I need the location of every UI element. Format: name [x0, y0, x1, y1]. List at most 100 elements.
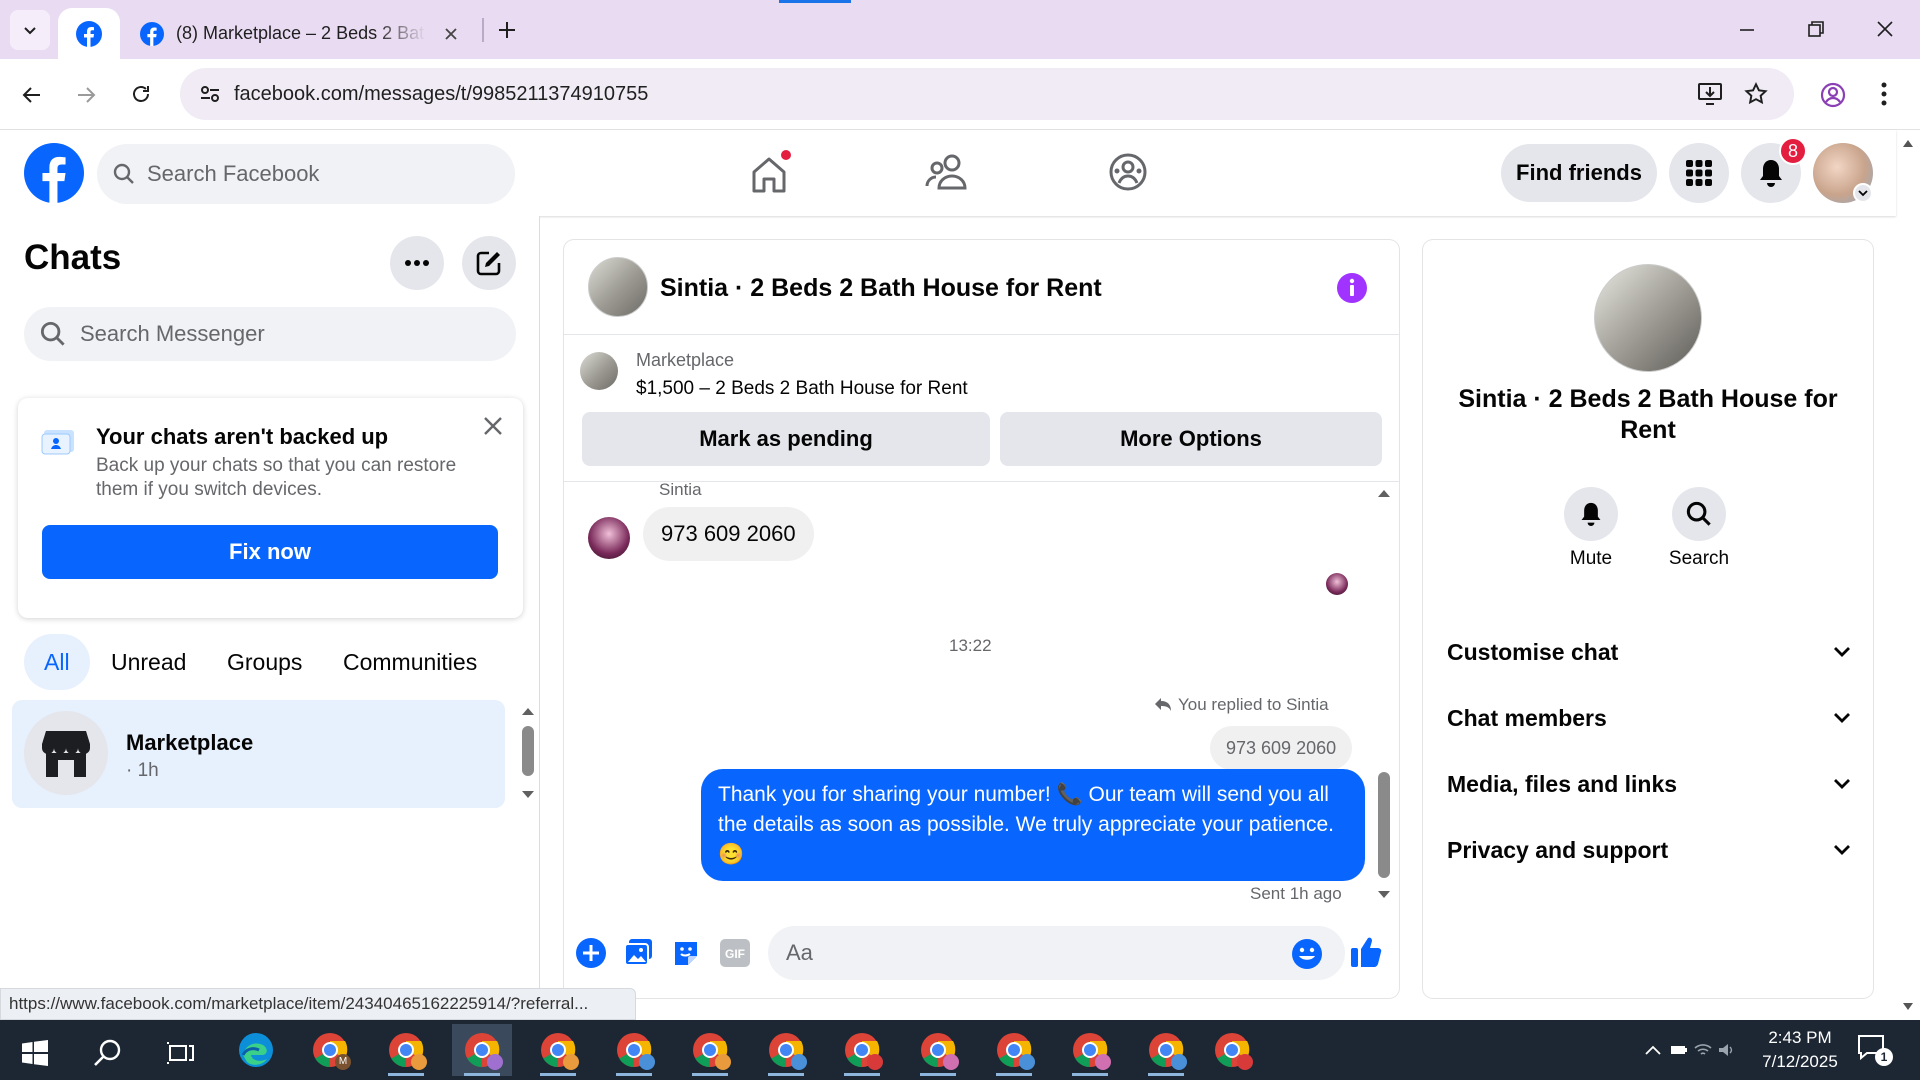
facebook-icon: [76, 20, 102, 47]
gif-icon[interactable]: GIF: [720, 939, 750, 967]
filter-communities[interactable]: Communities: [323, 634, 497, 690]
incoming-message[interactable]: 973 609 2060: [643, 507, 814, 561]
account-avatar[interactable]: [1813, 143, 1873, 203]
bookmark-star-icon[interactable]: [1743, 81, 1769, 107]
sender-avatar[interactable]: [588, 517, 630, 559]
find-friends-button[interactable]: Find friends: [1501, 144, 1657, 202]
running-indicator: [616, 1073, 652, 1076]
close-icon[interactable]: [444, 27, 458, 41]
facebook-search-input[interactable]: Search Facebook: [97, 144, 515, 204]
close-icon[interactable]: [483, 416, 503, 436]
battery-icon[interactable]: [1670, 1044, 1688, 1056]
window-close-icon[interactable]: [1876, 20, 1894, 38]
info-icon[interactable]: [1336, 272, 1368, 304]
chevron-down-icon: [1834, 647, 1850, 657]
taskbar-edge[interactable]: [226, 1024, 286, 1076]
taskbar-chrome-5[interactable]: [680, 1024, 740, 1076]
taskbar-chrome-2[interactable]: [376, 1024, 436, 1076]
notifications-button[interactable]: 8: [1741, 137, 1807, 203]
restore-icon[interactable]: [1807, 20, 1825, 38]
messenger-search-input[interactable]: Search Messenger: [24, 307, 516, 361]
sticker-icon[interactable]: [672, 938, 700, 968]
taskbar-chrome-7[interactable]: [832, 1024, 892, 1076]
outgoing-message[interactable]: Thank you for sharing your number! 📞 Our…: [701, 769, 1365, 881]
more-options-button[interactable]: More Options: [1000, 412, 1382, 466]
chat-list-item-marketplace[interactable]: Marketplace · 1h: [12, 700, 505, 808]
info-avatar[interactable]: [1594, 264, 1702, 372]
page-scroll-up-icon[interactable]: [1902, 138, 1914, 148]
filter-groups[interactable]: Groups: [207, 634, 322, 690]
page-scroll-down-icon[interactable]: [1902, 1002, 1914, 1012]
like-thumbs-up-icon[interactable]: [1349, 935, 1383, 969]
taskbar-chrome-9[interactable]: [984, 1024, 1044, 1076]
tab-facebook[interactable]: [58, 8, 120, 59]
profile-icon[interactable]: [1820, 82, 1846, 108]
search-icon[interactable]: [93, 1038, 123, 1068]
tray-overflow-icon[interactable]: [1644, 1044, 1662, 1056]
list-scrollbar-thumb[interactable]: [522, 726, 534, 776]
nav-friends[interactable]: [925, 152, 973, 192]
section-chat-members[interactable]: Chat members: [1447, 698, 1851, 738]
taskbar-chrome-active[interactable]: [452, 1024, 512, 1076]
profile-badge: [1019, 1054, 1035, 1070]
more-actions-icon[interactable]: [575, 937, 607, 969]
forward-icon[interactable]: [74, 83, 98, 107]
address-bar[interactable]: facebook.com/messages/t/9985211374910755: [180, 68, 1794, 120]
emoji-icon[interactable]: [1291, 938, 1323, 970]
new-tab-icon[interactable]: [496, 19, 518, 41]
nav-home[interactable]: [736, 148, 802, 198]
section-privacy-support[interactable]: Privacy and support: [1447, 830, 1851, 870]
new-message-button[interactable]: [462, 236, 516, 290]
list-scroll-down-icon[interactable]: [521, 790, 535, 800]
action-center-button[interactable]: 1: [1857, 1034, 1897, 1068]
taskbar-chrome-8[interactable]: [908, 1024, 968, 1076]
back-icon[interactable]: [20, 83, 44, 107]
volume-icon[interactable]: [1718, 1042, 1736, 1058]
site-settings-icon[interactable]: [198, 82, 222, 106]
filter-unread[interactable]: Unread: [91, 634, 206, 690]
system-clock[interactable]: 2:43 PM 7/12/2025: [1740, 1026, 1860, 1074]
install-app-icon[interactable]: [1697, 82, 1723, 106]
section-media-files-links[interactable]: Media, files and links: [1447, 764, 1851, 804]
messages-scroll-up-icon[interactable]: [1377, 488, 1391, 498]
minimize-icon[interactable]: [1738, 21, 1756, 39]
reply-note: You replied to Sintia: [1154, 695, 1329, 715]
mute-button[interactable]: [1564, 487, 1618, 541]
search-in-conversation-button[interactable]: [1672, 487, 1726, 541]
messages-scrollbar-thumb[interactable]: [1378, 772, 1390, 878]
section-customise-chat[interactable]: Customise chat: [1447, 632, 1851, 672]
taskbar-chrome-10[interactable]: [1060, 1024, 1120, 1076]
attach-photo-icon[interactable]: [624, 937, 654, 967]
conversation-avatar[interactable]: [588, 257, 648, 317]
messages-scroll-down-icon[interactable]: [1377, 890, 1391, 900]
taskbar-chrome-4[interactable]: [604, 1024, 664, 1076]
clock-time: 2:43 PM: [1768, 1028, 1832, 1047]
tab-search-button[interactable]: [10, 10, 50, 50]
list-scroll-up-icon[interactable]: [521, 706, 535, 716]
fix-now-button[interactable]: Fix now: [42, 525, 498, 579]
taskbar-chrome-6[interactable]: [756, 1024, 816, 1076]
profile-badge: [487, 1054, 503, 1070]
quoted-message[interactable]: 973 609 2060: [1210, 726, 1353, 770]
nav-groups[interactable]: [1108, 152, 1148, 192]
mark-as-pending-button[interactable]: Mark as pending: [582, 412, 990, 466]
tab-marketplace[interactable]: (8) Marketplace – 2 Beds 2 Bath House fo…: [128, 8, 478, 59]
listing-title[interactable]: $1,500 – 2 Beds 2 Bath House for Rent: [636, 378, 968, 400]
chat-options-button[interactable]: [390, 236, 444, 290]
wifi-icon[interactable]: [1694, 1042, 1712, 1058]
message-input[interactable]: Aa: [768, 926, 1345, 980]
filter-all[interactable]: All: [24, 634, 90, 690]
facebook-logo-icon[interactable]: [24, 143, 84, 203]
menu-button[interactable]: [1669, 143, 1729, 203]
conversation-title[interactable]: Sintia · 2 Beds 2 Bath House for Rent: [660, 274, 1102, 303]
taskbar-chrome-11[interactable]: [1136, 1024, 1196, 1076]
taskbar-chrome-12[interactable]: [1202, 1024, 1262, 1076]
task-view-icon[interactable]: [166, 1039, 194, 1067]
browser-menu-icon[interactable]: [1880, 81, 1888, 107]
taskbar-chrome-3[interactable]: [528, 1024, 588, 1076]
windows-taskbar: M 2:43 PM 7/12/2025 1: [0, 1020, 1920, 1080]
taskbar-chrome-1[interactable]: M: [300, 1024, 360, 1076]
windows-start-icon[interactable]: [22, 1040, 48, 1066]
sent-status: Sent 1h ago: [1250, 884, 1342, 903]
reload-icon[interactable]: [129, 82, 153, 106]
